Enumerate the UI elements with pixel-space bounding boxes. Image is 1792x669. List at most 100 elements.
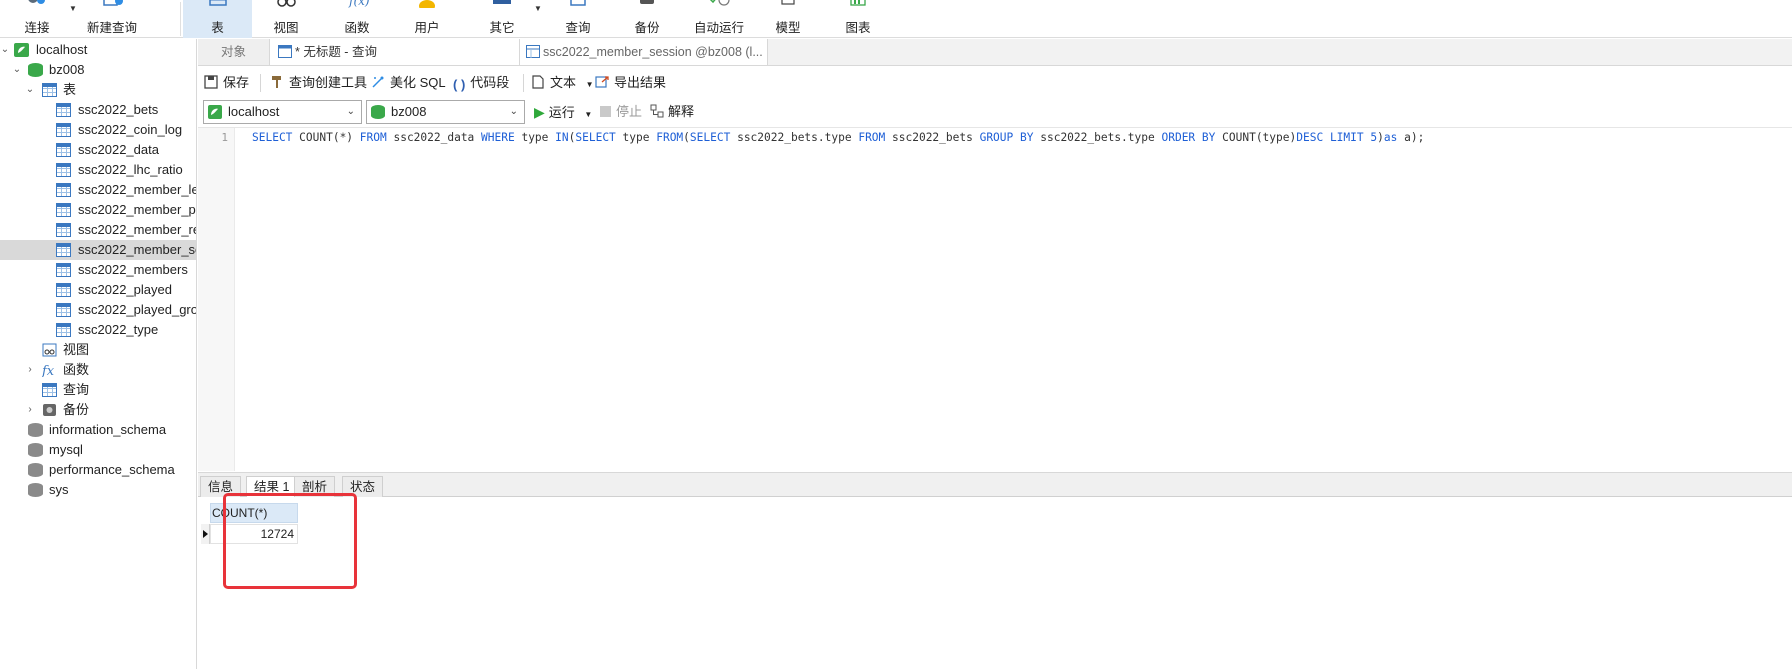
tree-table-ssc2022-type[interactable]: ssc2022_type bbox=[0, 320, 196, 340]
table-icon bbox=[56, 183, 71, 197]
tree-table-ssc2022-member-lev[interactable]: ssc2022_member_lev bbox=[0, 180, 196, 200]
view-button[interactable]: 视图 bbox=[263, 0, 309, 38]
model-button[interactable]: 模型 bbox=[763, 0, 813, 38]
tree-table-ssc2022-member-session[interactable]: ssc2022_member_se bbox=[0, 240, 196, 260]
result-tabs: 信息 结果 1 剖析 状态 bbox=[198, 472, 1792, 498]
result-grid: COUNT(*) 12724 bbox=[198, 497, 1792, 669]
autorun-icon bbox=[709, 0, 730, 6]
connection-icon bbox=[14, 43, 29, 57]
magic-wand-icon bbox=[372, 76, 384, 88]
beautify-sql-button[interactable]: 美化 SQL bbox=[371, 67, 446, 98]
query-button[interactable]: 查询 bbox=[553, 0, 603, 38]
query-builder-button[interactable]: 查询创建工具 bbox=[270, 67, 367, 98]
tree-node-tables[interactable]: ⌄ 表 bbox=[0, 80, 196, 100]
sql-code[interactable]: SELECT COUNT(*) FROM ssc2022_data WHERE … bbox=[252, 131, 1424, 144]
run-dropdown-icon[interactable]: ▼ bbox=[584, 110, 592, 119]
tree-table-ssc2022-members[interactable]: ssc2022_members bbox=[0, 260, 196, 280]
function-button[interactable]: f(x) 函数 bbox=[332, 0, 382, 38]
table-icon bbox=[56, 103, 71, 117]
save-button[interactable]: 保存 bbox=[204, 67, 249, 98]
table-icon bbox=[56, 283, 71, 297]
run-button[interactable]: ▶ 运行 ▼ bbox=[534, 99, 592, 125]
export-results-button[interactable]: 导出结果 bbox=[595, 67, 666, 98]
views-icon bbox=[42, 343, 57, 357]
database-select[interactable]: bz008 ⌄ bbox=[366, 100, 525, 124]
chevron-down-icon[interactable]: ⌄ bbox=[12, 60, 22, 80]
chevron-down-icon[interactable]: ⌄ bbox=[0, 40, 10, 60]
tab-untitled-query[interactable]: * 无标题 - 查询 bbox=[270, 39, 520, 65]
tree-node-localhost[interactable]: ⌄ localhost bbox=[0, 40, 196, 60]
backup-button[interactable]: 备份 bbox=[622, 0, 672, 38]
chevron-right-icon[interactable]: › bbox=[25, 400, 35, 420]
database-icon bbox=[28, 483, 43, 497]
tree-db-performance-schema[interactable]: performance_schema bbox=[0, 460, 196, 480]
table-icon bbox=[56, 243, 71, 257]
export-icon bbox=[595, 76, 609, 88]
tree-table-ssc2022-lhc-ratio[interactable]: ssc2022_lhc_ratio bbox=[0, 160, 196, 180]
table-icon bbox=[56, 223, 71, 237]
user-icon bbox=[419, 0, 435, 8]
connect-button[interactable]: 连接 bbox=[12, 0, 62, 38]
toolbar-divider bbox=[523, 74, 524, 92]
line-number: 1 bbox=[221, 131, 228, 144]
tree-node-views[interactable]: 视图 bbox=[0, 340, 196, 360]
backup-icon bbox=[43, 404, 56, 416]
explain-button[interactable]: 解释 bbox=[650, 99, 694, 125]
chevron-down-icon[interactable]: ⌄ bbox=[25, 80, 35, 100]
hammer-icon bbox=[272, 76, 281, 88]
table-button[interactable]: 表 bbox=[183, 0, 252, 38]
tree-node-queries[interactable]: 查询 bbox=[0, 380, 196, 400]
user-button[interactable]: 用户 bbox=[402, 0, 452, 38]
sql-editor[interactable]: 1 SELECT COUNT(*) FROM ssc2022_data WHER… bbox=[198, 127, 1792, 471]
tree-table-ssc2022-member-re[interactable]: ssc2022_member_re bbox=[0, 220, 196, 240]
tree-node-backups[interactable]: › 备份 bbox=[0, 400, 196, 420]
tree-node-bz008[interactable]: ⌄ bz008 bbox=[0, 60, 196, 80]
tree-table-ssc2022-played[interactable]: ssc2022_played bbox=[0, 280, 196, 300]
database-icon bbox=[28, 443, 43, 457]
tree-db-information-schema[interactable]: information_schema bbox=[0, 420, 196, 440]
connect-icon bbox=[28, 0, 45, 4]
tree-node-functions[interactable]: › fx 函数 bbox=[0, 360, 196, 380]
database-icon bbox=[28, 463, 43, 477]
navigation-tree: ⌄ localhost ⌄ bz008 ⌄ 表 ssc2022_bets ssc… bbox=[0, 39, 197, 669]
annotation-highlight-box bbox=[223, 493, 357, 589]
tree-db-mysql[interactable]: mysql bbox=[0, 440, 196, 460]
code-snippet-button[interactable]: ( ) 代码段 bbox=[453, 67, 509, 98]
other-button[interactable]: 其它 bbox=[477, 0, 527, 38]
tab-member-session[interactable]: ssc2022_member_session @bz008 (l... bbox=[520, 39, 768, 65]
table-icon bbox=[56, 203, 71, 217]
text-mode-button[interactable]: 文本 ▼ bbox=[531, 67, 594, 98]
document-icon bbox=[532, 75, 544, 89]
tree-db-sys[interactable]: sys bbox=[0, 480, 196, 500]
query-icon bbox=[42, 383, 57, 397]
stop-button[interactable]: 停止 bbox=[600, 99, 642, 125]
tree-table-ssc2022-coin-log[interactable]: ssc2022_coin_log bbox=[0, 120, 196, 140]
autorun-button[interactable]: 自动运行 bbox=[690, 0, 748, 38]
line-gutter: 1 bbox=[198, 128, 235, 471]
toolbar-divider bbox=[260, 74, 261, 92]
tables-folder-icon bbox=[42, 83, 57, 97]
chart-button[interactable]: 图表 bbox=[833, 0, 883, 38]
table-icon bbox=[208, 0, 227, 6]
new-query-button[interactable]: 新建查询 bbox=[82, 0, 142, 38]
connect-dropdown-icon[interactable]: ▼ bbox=[69, 4, 77, 13]
chevron-down-icon: ⌄ bbox=[346, 106, 355, 117]
svg-text:f(x): f(x) bbox=[348, 0, 370, 8]
tab-objects[interactable]: 对象 bbox=[198, 39, 270, 65]
ribbon-divider bbox=[180, 2, 181, 36]
text-dropdown-icon[interactable]: ▼ bbox=[586, 80, 594, 89]
chevron-right-icon[interactable]: › bbox=[25, 360, 35, 380]
table-icon bbox=[56, 303, 71, 317]
tree-table-ssc2022-bets[interactable]: ssc2022_bets bbox=[0, 100, 196, 120]
table-icon bbox=[56, 323, 71, 337]
connection-select[interactable]: localhost ⌄ bbox=[203, 100, 362, 124]
tree-table-ssc2022-played-group[interactable]: ssc2022_played_grou bbox=[0, 300, 196, 320]
table-icon bbox=[526, 45, 540, 58]
svg-text:fx: fx bbox=[42, 364, 55, 377]
connection-icon bbox=[208, 105, 222, 119]
tree-table-ssc2022-member-pr[interactable]: ssc2022_member_pr bbox=[0, 200, 196, 220]
other-dropdown-icon[interactable]: ▼ bbox=[534, 4, 542, 13]
tree-table-ssc2022-data[interactable]: ssc2022_data bbox=[0, 140, 196, 160]
database-icon bbox=[28, 423, 43, 437]
database-icon bbox=[28, 63, 43, 77]
